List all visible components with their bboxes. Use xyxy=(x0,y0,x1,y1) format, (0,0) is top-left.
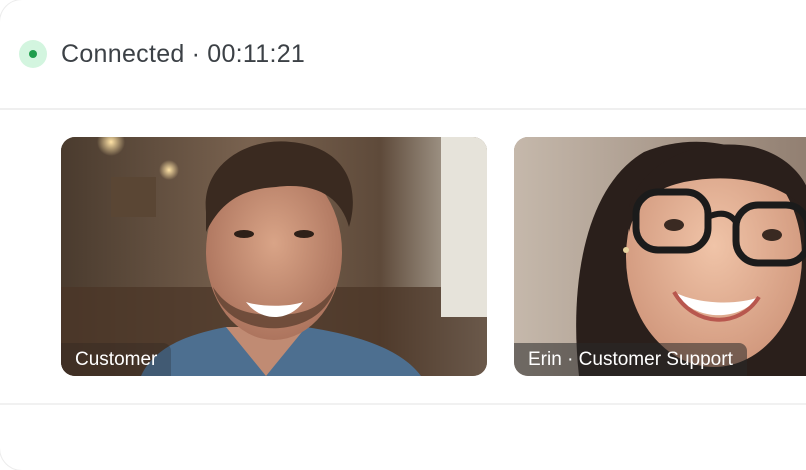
participant-label-customer: Customer xyxy=(61,343,172,376)
call-window: Connected · 00:11:21 Customer Erin · Cus… xyxy=(0,0,806,470)
call-timer: 00:11:21 xyxy=(207,40,306,68)
call-status-text: Connected · 00:11:21 xyxy=(61,38,305,70)
customer-video-feed xyxy=(61,137,487,376)
connection-status-dot xyxy=(29,50,37,58)
connection-state: Connected xyxy=(61,40,185,68)
video-tile-agent[interactable]: Erin · Customer Support xyxy=(514,137,806,376)
status-separator: · xyxy=(191,40,201,68)
agent-video-feed xyxy=(514,137,806,376)
video-tile-customer[interactable]: Customer xyxy=(61,137,487,376)
call-status-bar: Connected · 00:11:21 xyxy=(0,0,806,110)
participant-label-agent: Erin · Customer Support xyxy=(514,343,747,376)
connection-status-icon xyxy=(19,40,47,68)
divider xyxy=(0,403,806,405)
